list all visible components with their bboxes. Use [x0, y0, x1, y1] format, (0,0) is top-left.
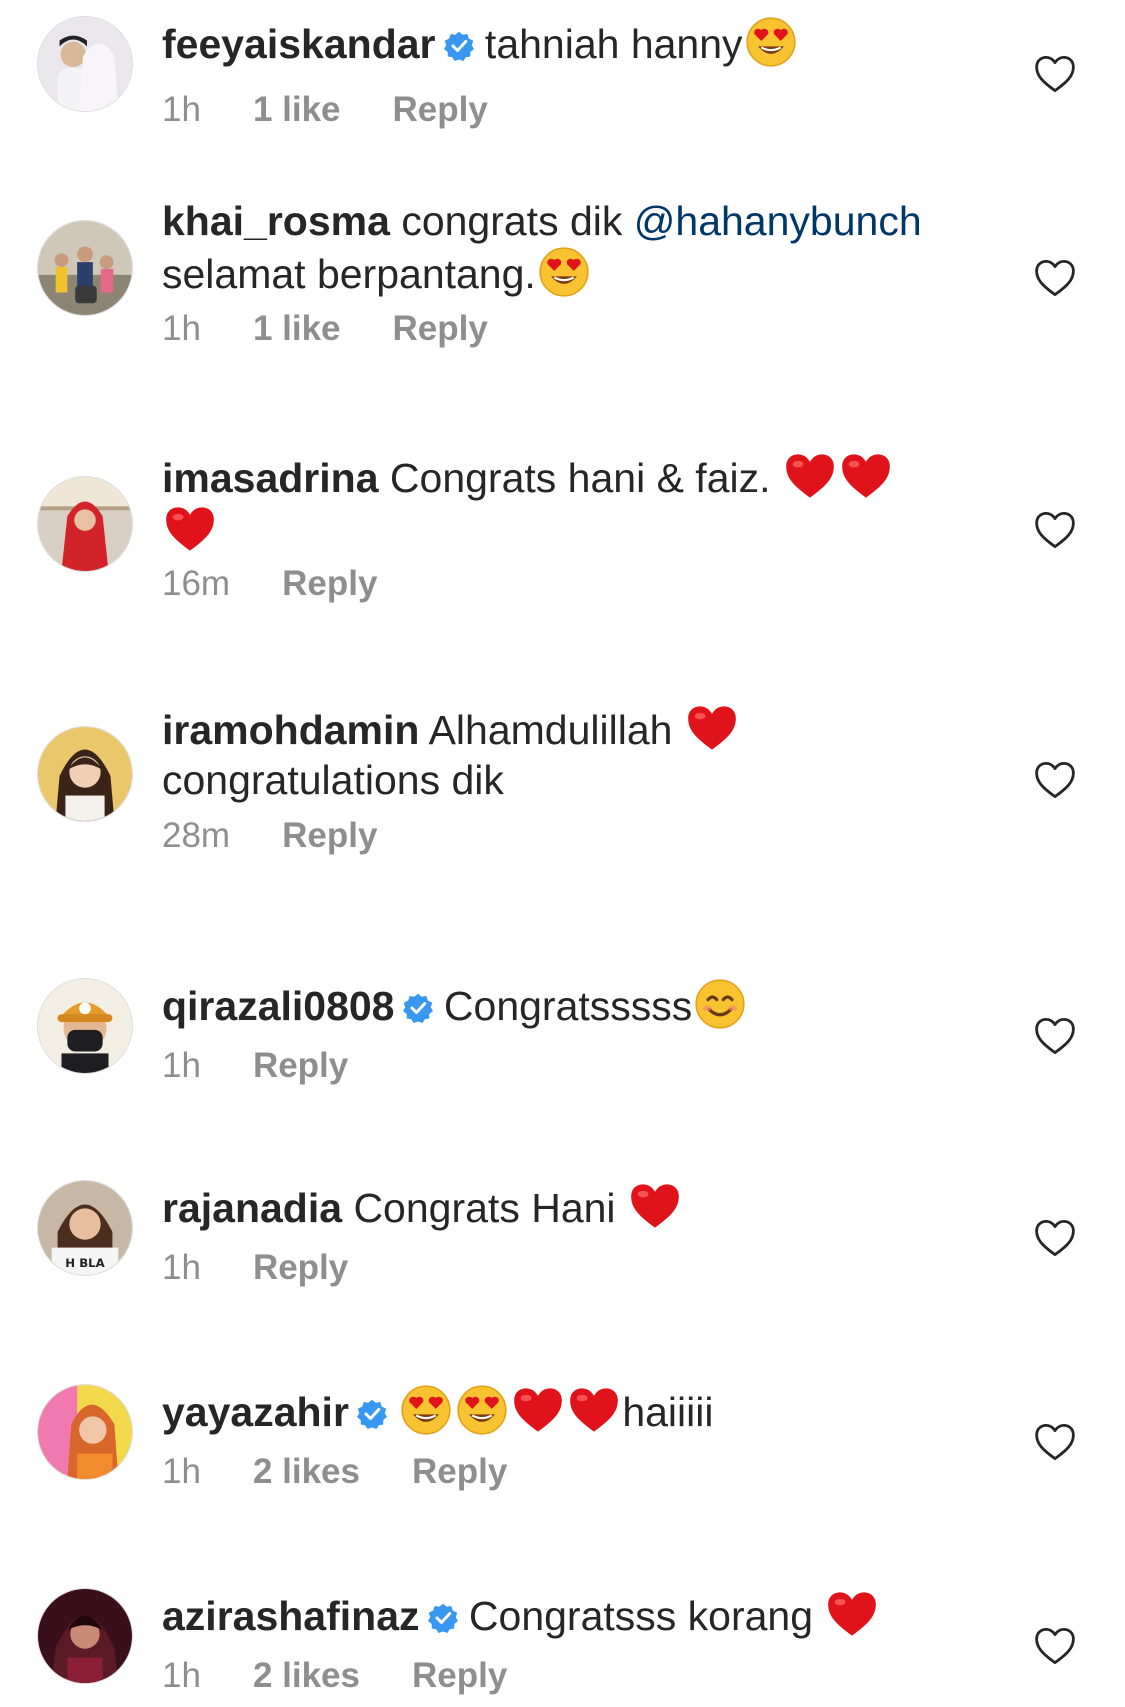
comment-meta: 1h Reply: [162, 1248, 348, 1288]
comment-meta: 28m Reply: [162, 816, 377, 856]
reply-button[interactable]: Reply: [393, 90, 488, 130]
timestamp: 1h: [162, 1248, 201, 1287]
username[interactable]: khai_rosma: [162, 198, 390, 244]
avatar[interactable]: [37, 1588, 133, 1684]
comment-text: Congrats Hani: [353, 1185, 616, 1231]
comment-text-2: congratulations dik: [162, 757, 504, 803]
avatar[interactable]: [37, 978, 133, 1074]
heart-eyes-emoji-icon: [400, 1384, 452, 1436]
comment-body: azirashafinaz Congratsss korang: [162, 1588, 992, 1641]
reply-button[interactable]: Reply: [253, 1248, 348, 1288]
comment-body: feeyaiskandar tahniah hanny: [162, 16, 992, 69]
comment-body: qirazali0808 Congratsssss: [162, 978, 992, 1031]
like-heart-icon[interactable]: [1034, 1626, 1076, 1666]
red-heart-emoji-icon: [568, 1384, 620, 1436]
verified-badge-icon: [444, 31, 474, 61]
red-heart-emoji-icon: [826, 1588, 878, 1640]
username[interactable]: iramohdamin: [162, 707, 419, 753]
timestamp: 1h: [162, 1656, 201, 1695]
timestamp: 1h: [162, 1452, 201, 1491]
red-heart-emoji-icon: [164, 503, 216, 555]
likes-count[interactable]: 2 likes: [253, 1656, 360, 1696]
reply-button[interactable]: Reply: [253, 1046, 348, 1086]
likes-count[interactable]: 1 like: [253, 90, 341, 130]
username[interactable]: rajanadia: [162, 1185, 342, 1231]
comment-body: imasadrina Congrats hani & faiz.: [162, 450, 942, 556]
svg-text:H BLA: H BLA: [65, 1256, 105, 1270]
comment-text: Congratsssss: [443, 983, 693, 1029]
like-heart-icon[interactable]: [1034, 258, 1076, 298]
comment-meta: 1h 2 likes Reply: [162, 1656, 507, 1696]
reply-button[interactable]: Reply: [282, 564, 377, 604]
red-heart-emoji-icon: [840, 450, 892, 502]
smiling-face-emoji-icon: [694, 978, 746, 1030]
red-heart-emoji-icon: [512, 1384, 564, 1436]
like-heart-icon[interactable]: [1034, 1016, 1076, 1056]
comment-text: tahniah hanny: [484, 21, 743, 67]
red-heart-emoji-icon: [686, 702, 738, 754]
reply-button[interactable]: Reply: [393, 309, 488, 349]
comment-text: Alhamdulillah: [428, 707, 673, 753]
avatar[interactable]: [37, 16, 133, 112]
comment-body: khai_rosma congrats dik @hahanybunch sel…: [162, 196, 992, 299]
comment-text: Congrats hani & faiz.: [389, 455, 771, 501]
comment-body: yayazahir haiiiii: [162, 1384, 992, 1437]
mention-link[interactable]: @hahanybunch: [634, 198, 922, 244]
avatar[interactable]: H BLA: [37, 1180, 133, 1276]
avatar[interactable]: [37, 220, 133, 316]
timestamp: 1h: [162, 90, 201, 129]
username[interactable]: imasadrina: [162, 455, 379, 501]
verified-badge-icon: [403, 993, 433, 1023]
timestamp: 1h: [162, 309, 201, 348]
reply-button[interactable]: Reply: [412, 1452, 507, 1492]
likes-count[interactable]: 2 likes: [253, 1452, 360, 1492]
red-heart-emoji-icon: [784, 450, 836, 502]
likes-count[interactable]: 1 like: [253, 309, 341, 349]
like-heart-icon[interactable]: [1034, 1422, 1076, 1462]
comment-meta: 1h 1 like Reply: [162, 90, 488, 130]
comment-text-2: selamat berpantang.: [162, 251, 536, 297]
comment-text: haiiiii: [622, 1389, 714, 1435]
comment-text: congrats dik: [401, 198, 623, 244]
verified-badge-icon: [357, 1399, 387, 1429]
timestamp: 16m: [162, 564, 231, 603]
reply-button[interactable]: Reply: [412, 1656, 507, 1696]
reply-button[interactable]: Reply: [282, 816, 377, 856]
username[interactable]: azirashafinaz: [162, 1593, 420, 1639]
heart-eyes-emoji-icon: [745, 16, 797, 68]
like-heart-icon[interactable]: [1034, 54, 1076, 94]
comment-meta: 1h 2 likes Reply: [162, 1452, 507, 1492]
timestamp: 28m: [162, 816, 231, 855]
like-heart-icon[interactable]: [1034, 510, 1076, 550]
like-heart-icon[interactable]: [1034, 1218, 1076, 1258]
comment-meta: 16m Reply: [162, 564, 377, 604]
avatar[interactable]: [37, 726, 133, 822]
like-heart-icon[interactable]: [1034, 760, 1076, 800]
comment-text: Congratsss korang: [468, 1593, 814, 1639]
verified-badge-icon: [428, 1603, 458, 1633]
comment-body: rajanadia Congrats Hani: [162, 1180, 992, 1233]
heart-eyes-emoji-icon: [538, 246, 590, 298]
comment-meta: 1h Reply: [162, 1046, 348, 1086]
avatar[interactable]: [37, 1384, 133, 1480]
timestamp: 1h: [162, 1046, 201, 1085]
username[interactable]: feeyaiskandar: [162, 21, 436, 67]
username[interactable]: yayazahir: [162, 1389, 349, 1435]
avatar[interactable]: [37, 476, 133, 572]
comment-body: iramohdamin Alhamdulillah congratulation…: [162, 702, 862, 805]
comment-meta: 1h 1 like Reply: [162, 309, 488, 349]
red-heart-emoji-icon: [629, 1180, 681, 1232]
username[interactable]: qirazali0808: [162, 983, 395, 1029]
heart-eyes-emoji-icon: [456, 1384, 508, 1436]
